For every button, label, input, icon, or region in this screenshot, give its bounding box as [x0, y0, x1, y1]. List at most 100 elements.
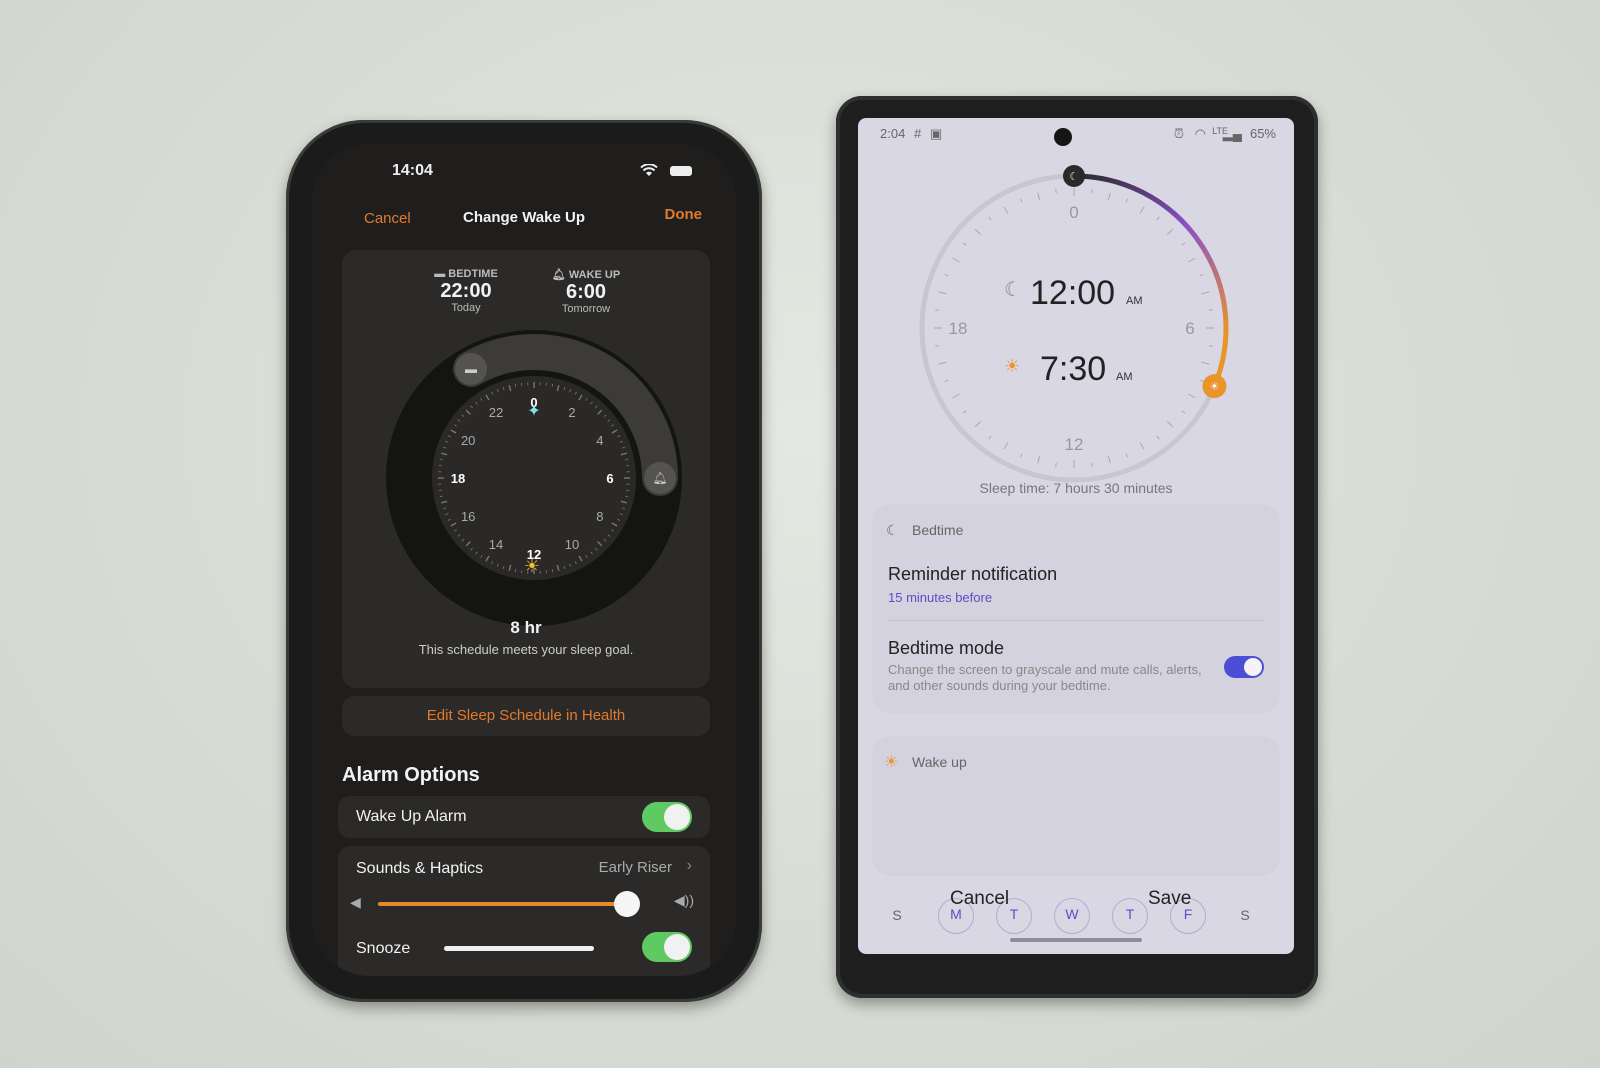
snooze-label: Snooze — [356, 940, 411, 957]
edit-sleep-schedule-link[interactable]: Edit Sleep Schedule in Health — [342, 696, 710, 736]
tick — [1199, 273, 1204, 277]
hour-label: 18 — [949, 319, 968, 338]
android-screen: 2:04 # ▣ ⏰︎ ◠ LTE ▂▄ 65% 0 6 12 18 ☾ ☀ ☾… — [858, 118, 1294, 954]
tick — [1201, 291, 1210, 295]
bedtime-time[interactable]: 12:00 — [1030, 274, 1115, 312]
bedtime-handle[interactable]: ☾ — [1063, 165, 1085, 187]
weekday-3[interactable]: W — [1054, 898, 1090, 934]
tick — [1107, 455, 1111, 464]
bedtime-section-header: Bedtime — [912, 522, 964, 538]
snooze-toggle[interactable] — [642, 932, 692, 962]
front-camera — [1054, 128, 1072, 146]
tick — [1003, 206, 1009, 214]
ios-status-bar: 14:04 — [312, 160, 736, 184]
android-device: 2:04 # ▣ ⏰︎ ◠ LTE ▂▄ 65% 0 6 12 18 ☾ ☀ ☾… — [836, 96, 1318, 998]
tick — [1019, 453, 1023, 458]
wifi-icon — [640, 164, 658, 176]
bedtime-ampm: AM — [1126, 295, 1143, 307]
iphone-device: 14:04 Cancel Change Wake Up Done ▬ BEDTI… — [286, 120, 762, 1002]
sounds-haptics-label: Sounds & Haptics — [356, 860, 484, 877]
android-status-time: 2:04 — [880, 126, 906, 141]
alarm-options-heading: Alarm Options — [342, 764, 480, 786]
wakeup-handle[interactable]: 🔔︎ — [644, 462, 676, 494]
sun-icon: ☀ — [524, 556, 540, 576]
bedtime-mode-toggle[interactable] — [1224, 656, 1264, 678]
weekday-4[interactable]: T — [1112, 898, 1148, 934]
hour-label: 16 — [461, 509, 475, 524]
tick — [1139, 442, 1145, 450]
done-button[interactable]: Done — [665, 206, 703, 223]
reminder-notification-value: 15 minutes before — [888, 590, 993, 605]
wake-up-alarm-toggle[interactable] — [642, 802, 692, 832]
tick — [1208, 309, 1213, 311]
wake-up-alarm-label: Wake Up Alarm — [356, 808, 467, 825]
tick — [988, 435, 992, 440]
cancel-button[interactable]: Cancel — [950, 888, 1009, 910]
tick — [1156, 216, 1160, 221]
wake-up-alarm-row: Wake Up Alarm — [338, 796, 710, 838]
wakeup-ampm: AM — [1116, 371, 1133, 383]
hour-label: 22 — [489, 405, 503, 420]
tick — [974, 420, 982, 428]
wakeup-handle[interactable]: ☀ — [1202, 374, 1227, 399]
wakeup-value: 6:00 — [565, 281, 607, 303]
tick — [1125, 198, 1129, 203]
moon-icon: ☾ — [886, 522, 899, 538]
tick — [1181, 410, 1186, 414]
image-icon: ▣ — [930, 126, 943, 141]
volume-slider[interactable] — [378, 902, 640, 906]
alarm-icon: ⏰︎ — [1173, 126, 1184, 141]
hour-label: 0 — [1069, 203, 1078, 222]
tick — [1091, 189, 1093, 194]
weekday-6[interactable]: S — [1228, 898, 1262, 932]
tick — [1188, 257, 1196, 263]
hour-label: 6 — [606, 471, 613, 486]
hour-label: 10 — [565, 537, 579, 552]
tick — [1208, 345, 1213, 347]
tick — [988, 216, 992, 221]
volume-low-icon: ◀ — [350, 894, 361, 910]
sounds-haptics-row[interactable]: Sounds & Haptics Early Riser › — [338, 846, 710, 882]
sparkle-icon: ✦ — [527, 403, 540, 420]
sunrise-icon: ☀ — [1004, 356, 1020, 376]
tick — [1037, 455, 1041, 464]
sleep-time-summary: Sleep time: 7 hours 30 minutes — [979, 480, 1173, 496]
tick — [938, 361, 947, 365]
sunrise-icon: ☀ — [884, 754, 899, 771]
hour-label: 14 — [489, 537, 503, 552]
bedtime-handle[interactable]: ▬ — [455, 352, 487, 385]
tick — [974, 228, 982, 236]
tick — [1199, 379, 1204, 383]
bedtime-mode-label: Bedtime mode — [888, 638, 1005, 658]
tick — [938, 291, 947, 295]
reminder-notification-row[interactable]: Reminder notification 15 minutes before — [872, 554, 1280, 610]
tick — [1188, 393, 1196, 399]
dial-ticks — [934, 188, 1214, 468]
wifi-icon: ◠ — [1194, 126, 1206, 141]
gesture-bar — [1010, 938, 1142, 942]
sounds-volume-group: Sounds & Haptics Early Riser › ◀ ◀)) Sno… — [338, 846, 710, 976]
wakeup-label: WAKE UP — [568, 269, 621, 281]
tick — [1055, 462, 1057, 467]
android-sleep-dial[interactable]: 0 6 12 18 ☾ ☀ ☾ 12:00 AM ☀ 7:30 AM — [904, 158, 1244, 498]
iphone-screen: 14:04 Cancel Change Wake Up Done ▬ BEDTI… — [312, 144, 736, 976]
tick — [1003, 442, 1009, 450]
tick — [1091, 462, 1093, 467]
ios-status-time: 14:04 — [392, 162, 433, 179]
wakeup-time[interactable]: 7:30 — [1040, 350, 1106, 388]
bedtime-card: ☾ Bedtime Reminder notification 15 minut… — [872, 504, 1280, 714]
volume-slider-knob[interactable] — [613, 891, 640, 917]
volume-high-icon: ◀)) — [673, 892, 694, 908]
ios-sleep-dial[interactable]: 0246810121416182022 ▬ 🔔︎ ✦ ☀ — [384, 328, 684, 628]
weekday-0[interactable]: S — [880, 898, 914, 932]
tick — [1166, 420, 1174, 428]
wakeup-card: ☀ Wake up — [872, 736, 1280, 876]
hour-label: 8 — [596, 509, 603, 524]
save-button[interactable]: Save — [1148, 888, 1191, 910]
bedtime-day: Today — [451, 302, 481, 314]
reminder-notification-label: Reminder notification — [888, 564, 1058, 584]
hour-label: 12 — [1065, 435, 1084, 454]
bell-icon: 🔔︎ — [551, 269, 569, 281]
hour-label: 4 — [596, 433, 603, 448]
tick — [1201, 361, 1210, 365]
